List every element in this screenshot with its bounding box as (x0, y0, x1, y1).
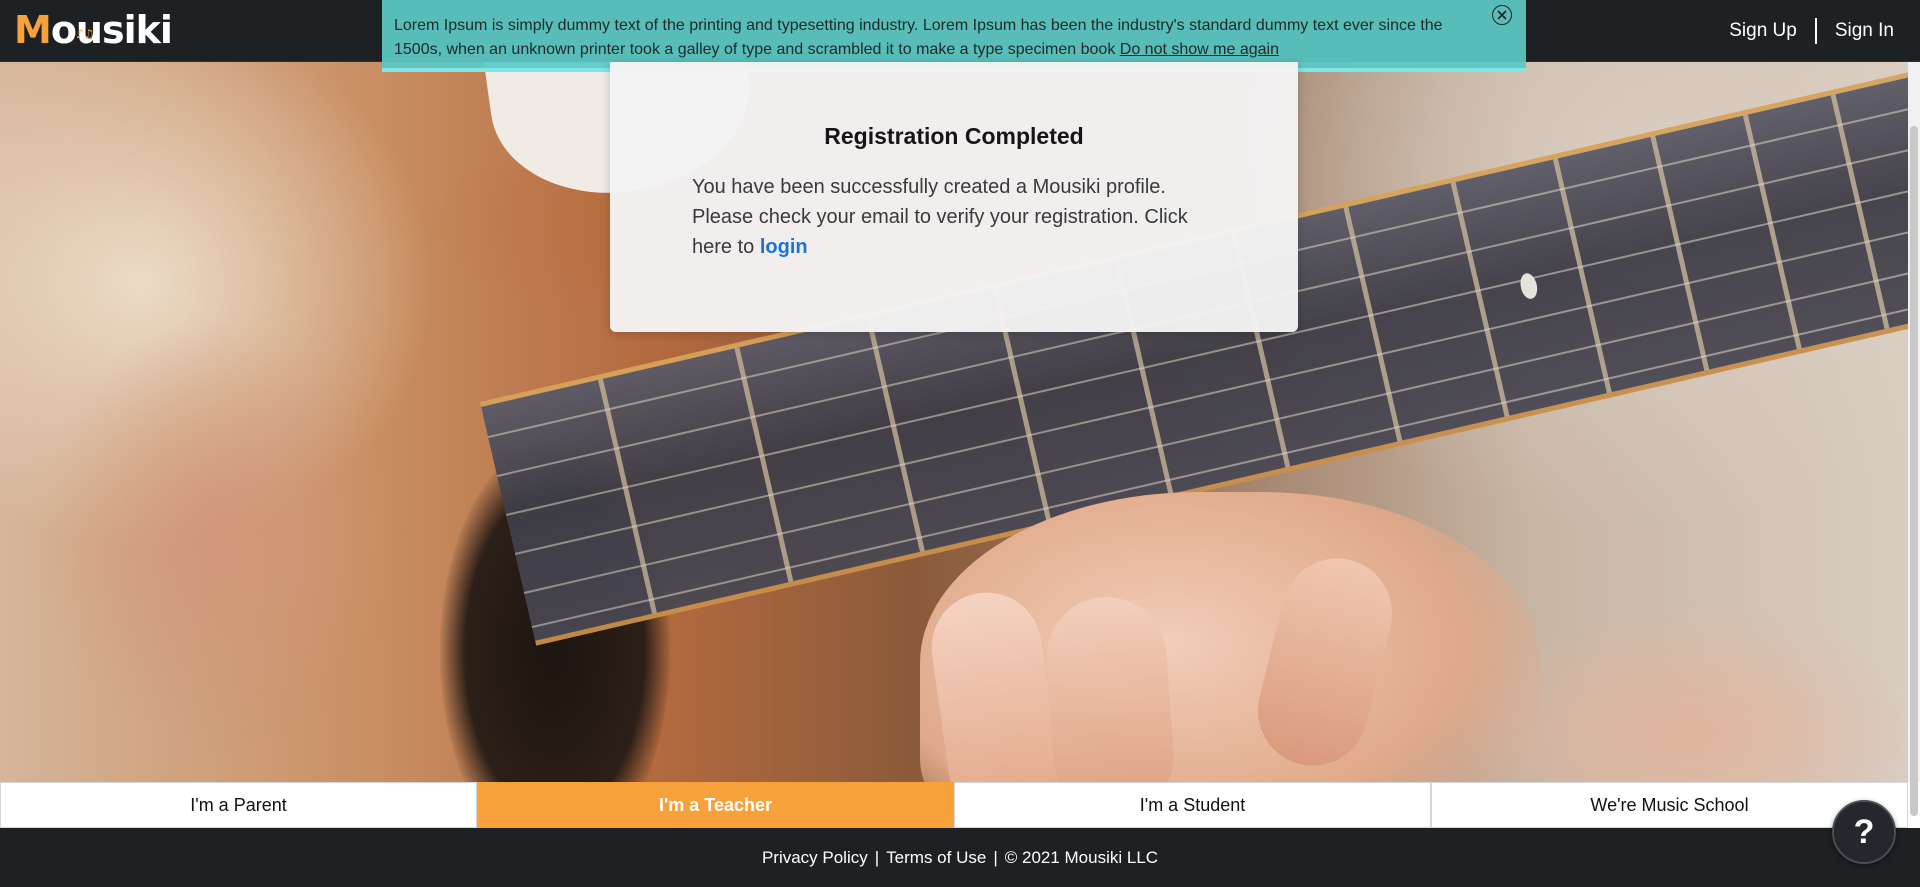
strumming-hand-shape (40, 322, 400, 742)
logo-wordmark: ousiki (50, 8, 173, 52)
music-notes-icon: ♪♫ (76, 27, 95, 41)
auth-links: Sign Up Sign In (1729, 0, 1894, 62)
page: ♪♫ M ousiki Sign Up Sign In Lorem Ipsum … (0, 0, 1920, 887)
logo-letter-m: M (14, 8, 52, 52)
login-link[interactable]: login (760, 236, 808, 258)
guitar-fret (1742, 114, 1802, 350)
card-message: You have been successfully created a Mou… (692, 172, 1192, 262)
mousiki-logo[interactable]: ♪♫ M ousiki (14, 8, 173, 52)
notice-text: Lorem Ipsum is simply dummy text of the … (394, 17, 1443, 58)
tab-student[interactable]: I'm a Student (954, 782, 1431, 828)
guitar-fret (1830, 94, 1890, 330)
question-mark-icon: ? (1853, 812, 1875, 851)
guitar-fret (1343, 206, 1403, 442)
footer: Privacy Policy | Terms of Use | © 2021 M… (0, 828, 1920, 887)
privacy-policy-link[interactable]: Privacy Policy (762, 848, 868, 868)
copyright-text: © 2021 Mousiki LLC (1004, 847, 1159, 867)
close-x-glyph (1497, 10, 1507, 20)
guitar-fret (1450, 181, 1510, 417)
sign-up-link[interactable]: Sign Up (1729, 20, 1797, 42)
footer-separator: | (874, 847, 880, 867)
tab-teacher[interactable]: I'm a Teacher (477, 782, 954, 828)
auth-divider (1814, 18, 1817, 44)
guitar-fret (1552, 158, 1612, 394)
guitar-fret (598, 378, 657, 614)
sign-in-link[interactable]: Sign In (1835, 20, 1894, 42)
close-icon[interactable] (1492, 5, 1512, 25)
card-title: Registration Completed (824, 123, 1084, 149)
footer-separator: | (993, 847, 998, 867)
guitar-fret (1650, 135, 1710, 371)
tab-parent[interactable]: I'm a Parent (0, 782, 477, 828)
page-scrollbar[interactable] (1908, 62, 1920, 816)
scrollbar-thumb[interactable] (1910, 126, 1918, 816)
terms-of-use-link[interactable]: Terms of Use (886, 848, 986, 868)
guitar-fret (866, 316, 925, 552)
help-button[interactable]: ? (1832, 800, 1896, 864)
role-tabs: I'm a Parent I'm a Teacher I'm a Student… (0, 782, 1908, 828)
do-not-show-again-link[interactable]: Do not show me again (1120, 41, 1279, 58)
registration-completed-card: Registration Completed You have been suc… (610, 62, 1298, 332)
guitar-fret (734, 347, 794, 583)
